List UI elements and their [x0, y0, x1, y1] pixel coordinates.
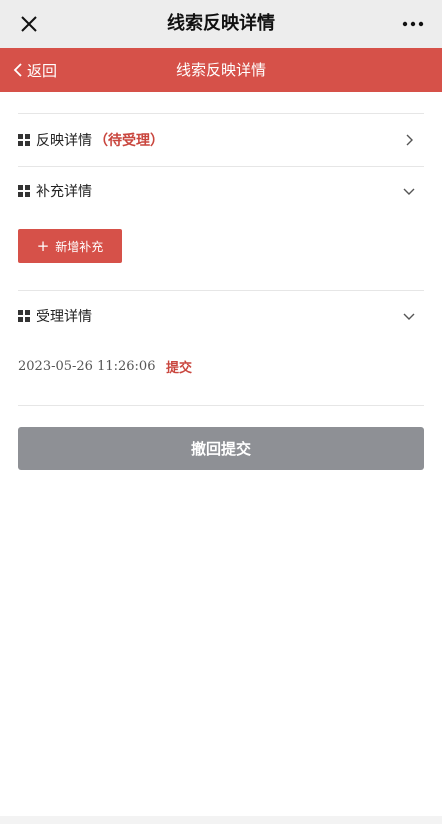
add-supplement-label: 新增补充 [55, 239, 104, 254]
grid-icon [18, 310, 30, 322]
record-timestamp: 2023-05-26 11:26:06 [18, 358, 156, 374]
wechat-title-bar: 线索反映详情 [0, 0, 442, 48]
divider [18, 405, 424, 406]
grid-icon [18, 185, 30, 197]
record-action: 提交 [166, 360, 193, 376]
page-title: 线索反映详情 [175, 61, 266, 79]
section-report-label: 反映详情 [36, 133, 92, 149]
section-report[interactable]: 反映详情 （待受理） [18, 114, 424, 166]
chevron-down-icon[interactable] [402, 309, 416, 323]
add-supplement-button[interactable]: + 新增补充 [18, 229, 122, 263]
section-acceptance-label: 受理详情 [36, 309, 92, 325]
bottom-strip [0, 816, 442, 824]
more-dots-icon[interactable] [398, 12, 428, 36]
wechat-title: 线索反映详情 [167, 13, 275, 34]
plus-icon: + [36, 236, 50, 255]
grid-icon [18, 134, 30, 146]
chevron-down-icon[interactable] [402, 184, 416, 198]
withdraw-submit-button[interactable]: 撤回提交 [18, 427, 424, 470]
record-row: 2023-05-26 11:26:06 提交 [18, 354, 192, 378]
screen: 线索反映详情 返回 线索反映详情 反映详情 （待受理） 补充详情 + 新增补充 … [0, 0, 442, 824]
section-acceptance[interactable]: 受理详情 [18, 290, 424, 342]
section-supplement-label: 补充详情 [36, 184, 92, 200]
status-badge: （待受理） [94, 133, 164, 149]
section-supplement[interactable]: 补充详情 [18, 165, 424, 217]
page-header: 返回 线索反映详情 [0, 48, 442, 92]
chevron-right-icon[interactable] [402, 133, 416, 147]
